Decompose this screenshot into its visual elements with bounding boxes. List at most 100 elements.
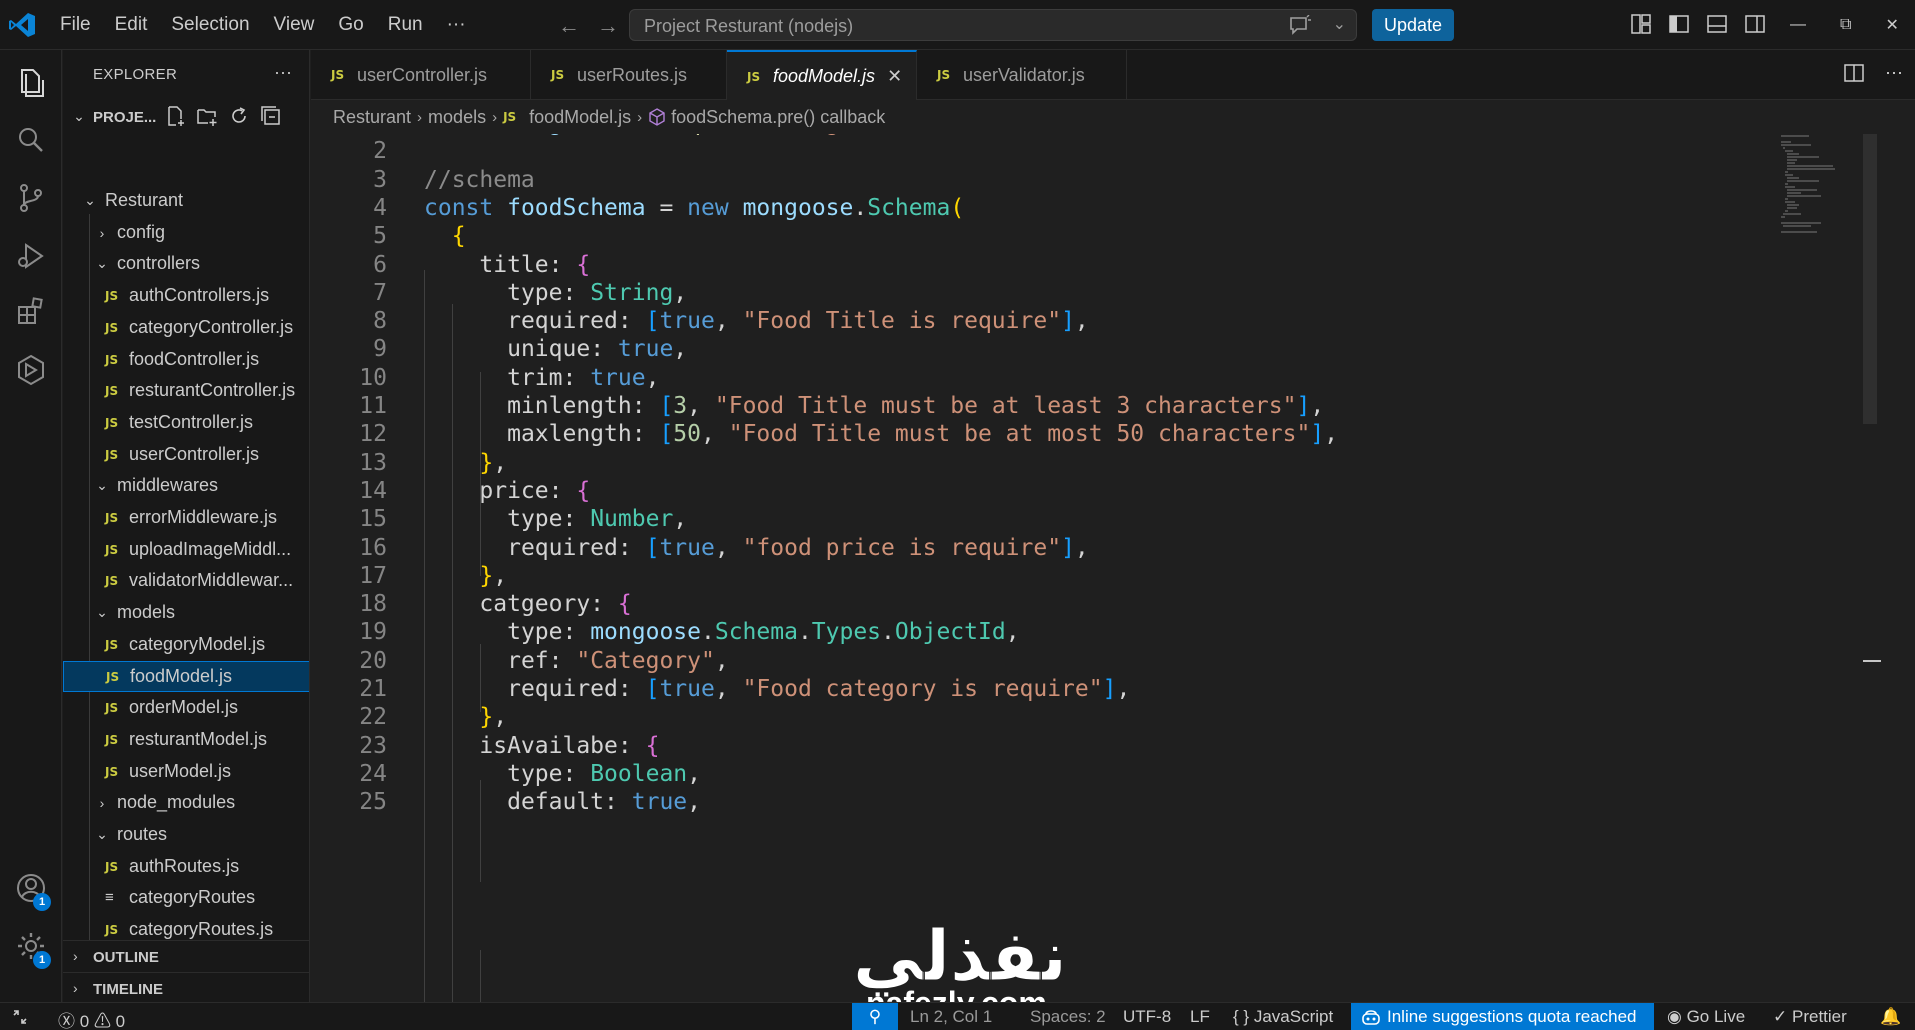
code-text: default: true, xyxy=(507,789,701,815)
tree-item-label: userModel.js xyxy=(129,761,232,781)
tree-file[interactable]: ≡ categoryRoutes xyxy=(63,882,309,913)
tree-file[interactable]: JS foodModel.js xyxy=(63,661,309,692)
explorer-more-icon[interactable]: ··· xyxy=(274,62,292,83)
new-folder-icon[interactable] xyxy=(196,105,218,127)
toggle-panel-icon[interactable] xyxy=(1706,13,1728,35)
code-editor[interactable]: 1const mongoose = require("mongoose");23… xyxy=(311,134,1915,1002)
js-file-icon: JS xyxy=(503,110,517,124)
close-window-icon[interactable]: ✕ xyxy=(1885,15,1898,35)
js-file-icon: JS xyxy=(105,288,119,303)
tree-folder[interactable]: ⌄ controllers xyxy=(63,248,309,279)
breadcrumb-folder[interactable]: Resturant xyxy=(333,107,411,128)
outline-section[interactable]: › OUTLINE xyxy=(63,940,309,972)
menu-go[interactable]: Go xyxy=(326,0,375,50)
tree-file[interactable]: JS authControllers.js xyxy=(63,280,309,311)
inline-suggestions-status[interactable]: Inline suggestions quota reached xyxy=(1351,1003,1654,1030)
go-live-button[interactable]: ◉ Go Live xyxy=(1667,1007,1745,1027)
cursor-position[interactable]: Ln 2, Col 1 xyxy=(910,1007,992,1027)
toggle-primary-sidebar-icon[interactable] xyxy=(1668,13,1690,35)
collapse-all-icon[interactable] xyxy=(260,105,282,127)
method-cube-icon xyxy=(649,108,665,126)
js-file-icon: JS xyxy=(105,510,119,525)
prettier-status[interactable]: ✓ Prettier xyxy=(1773,1007,1847,1027)
tab-foodmodel[interactable]: JS foodModel.js ✕ xyxy=(727,50,917,101)
tree-folder[interactable]: ⌄ routes xyxy=(63,819,309,850)
tab-uservalidator[interactable]: JS userValidator.js xyxy=(917,50,1127,100)
menu-selection[interactable]: Selection xyxy=(159,0,261,50)
tree-file[interactable]: JS testController.js xyxy=(63,407,309,438)
vertical-scrollbar[interactable] xyxy=(1863,134,1877,424)
tree-folder[interactable]: ⌄ models xyxy=(63,597,309,628)
timeline-section[interactable]: › TIMELINE xyxy=(63,972,309,1002)
tree-folder[interactable]: ⌄ middlewares xyxy=(63,470,309,501)
tree-file[interactable]: JS resturantController.js xyxy=(63,375,309,406)
search-icon[interactable] xyxy=(13,122,49,158)
more-actions-icon[interactable]: ⋯ xyxy=(1885,63,1903,84)
tree-file[interactable]: JS orderModel.js xyxy=(63,692,309,723)
explorer-sidebar: EXPLORER ··· ⌄ PROJE... ⌄ Resturant › confi… xyxy=(63,50,310,1002)
title-bar: File Edit Selection View Go Run ··· ← → … xyxy=(0,0,1915,50)
close-icon[interactable]: ✕ xyxy=(887,66,902,87)
extensions-icon[interactable] xyxy=(13,294,49,330)
source-control-icon[interactable] xyxy=(13,180,49,216)
indentation-status[interactable]: Spaces: 2 xyxy=(1030,1007,1106,1027)
minimap[interactable] xyxy=(1781,134,1861,254)
search-status-item[interactable]: ⚲ xyxy=(852,1003,898,1030)
code-line[interactable]: 25 default: true, xyxy=(311,785,1711,819)
tree-file[interactable]: JS userController.js xyxy=(63,439,309,470)
tree-file[interactable]: JS uploadImageMiddl... xyxy=(63,534,309,565)
tree-file[interactable]: JS categoryModel.js xyxy=(63,629,309,660)
language-mode[interactable]: { } JavaScript xyxy=(1233,1007,1333,1027)
editor-tabs: JS userController.js JS userRoutes.js JS… xyxy=(311,50,1915,101)
js-file-icon: JS xyxy=(105,764,119,779)
menu-edit[interactable]: Edit xyxy=(103,0,160,50)
tree-file[interactable]: JS validatorMiddlewar... xyxy=(63,565,309,596)
chat-icon[interactable] xyxy=(1288,15,1312,37)
chevron-down-icon[interactable]: ⌄ xyxy=(1333,14,1346,34)
project-row[interactable]: ⌄ PROJE... xyxy=(63,100,309,134)
tree-folder[interactable]: › config xyxy=(63,217,309,248)
tree-item-label: middlewares xyxy=(117,475,219,495)
tree-file[interactable]: JS userModel.js xyxy=(63,756,309,787)
command-center[interactable]: Project Resturant (nodejs) ⌄ xyxy=(629,9,1357,41)
minimize-icon[interactable]: — xyxy=(1790,16,1806,34)
run-debug-icon[interactable] xyxy=(13,238,49,274)
forward-arrow-icon[interactable]: → xyxy=(597,13,619,39)
back-arrow-icon[interactable]: ← xyxy=(558,13,580,39)
remote-indicator[interactable] xyxy=(0,1003,40,1030)
new-file-icon[interactable] xyxy=(164,105,186,127)
encoding-status[interactable]: UTF-8 xyxy=(1123,1007,1171,1027)
tree-folder[interactable]: ⌄ Resturant xyxy=(63,185,309,216)
tree-file[interactable]: JS foodController.js xyxy=(63,344,309,375)
tree-item-label: config xyxy=(117,222,166,242)
notifications-bell-icon[interactable]: 🔔 xyxy=(1880,1007,1901,1027)
remote-explorer-icon[interactable] xyxy=(13,352,49,388)
check-double-icon: ✓ xyxy=(1773,1007,1788,1026)
breadcrumb-models[interactable]: models xyxy=(428,107,486,128)
chevron-right-icon: › xyxy=(492,108,498,126)
menu-view[interactable]: View xyxy=(262,0,327,50)
menu-file[interactable]: File xyxy=(48,0,103,50)
chevron-down-icon: ⌄ xyxy=(96,477,108,493)
explorer-icon[interactable] xyxy=(13,64,49,100)
tree-file[interactable]: JS resturantModel.js xyxy=(63,724,309,755)
tree-folder[interactable]: › node_modules xyxy=(63,787,309,818)
menu-run[interactable]: Run xyxy=(376,0,435,50)
restore-icon[interactable]: ⧉ xyxy=(1840,16,1851,34)
eol-status[interactable]: LF xyxy=(1190,1007,1210,1027)
tree-file[interactable]: JS categoryController.js xyxy=(63,312,309,343)
customize-layout-icon[interactable] xyxy=(1630,13,1652,35)
tree-file[interactable]: JS authRoutes.js xyxy=(63,851,309,882)
update-button[interactable]: Update xyxy=(1372,9,1454,41)
split-editor-icon[interactable] xyxy=(1843,62,1865,84)
breadcrumb-symbol[interactable]: foodSchema.pre() callback xyxy=(671,107,885,128)
refresh-icon[interactable] xyxy=(228,105,250,127)
tree-file[interactable]: JS errorMiddleware.js xyxy=(63,502,309,533)
breadcrumb-file[interactable]: foodModel.js xyxy=(529,107,631,128)
problems-indicator[interactable]: Ⓧ 0 ⚠ 0 xyxy=(58,1007,125,1030)
tab-userroutes[interactable]: JS userRoutes.js xyxy=(531,50,727,100)
tab-usercontroller[interactable]: JS userController.js xyxy=(311,50,531,100)
menu-more[interactable]: ··· xyxy=(435,0,478,50)
inline-suggestions-label: Inline suggestions quota reached xyxy=(1387,1007,1637,1026)
toggle-secondary-sidebar-icon[interactable] xyxy=(1744,13,1766,35)
